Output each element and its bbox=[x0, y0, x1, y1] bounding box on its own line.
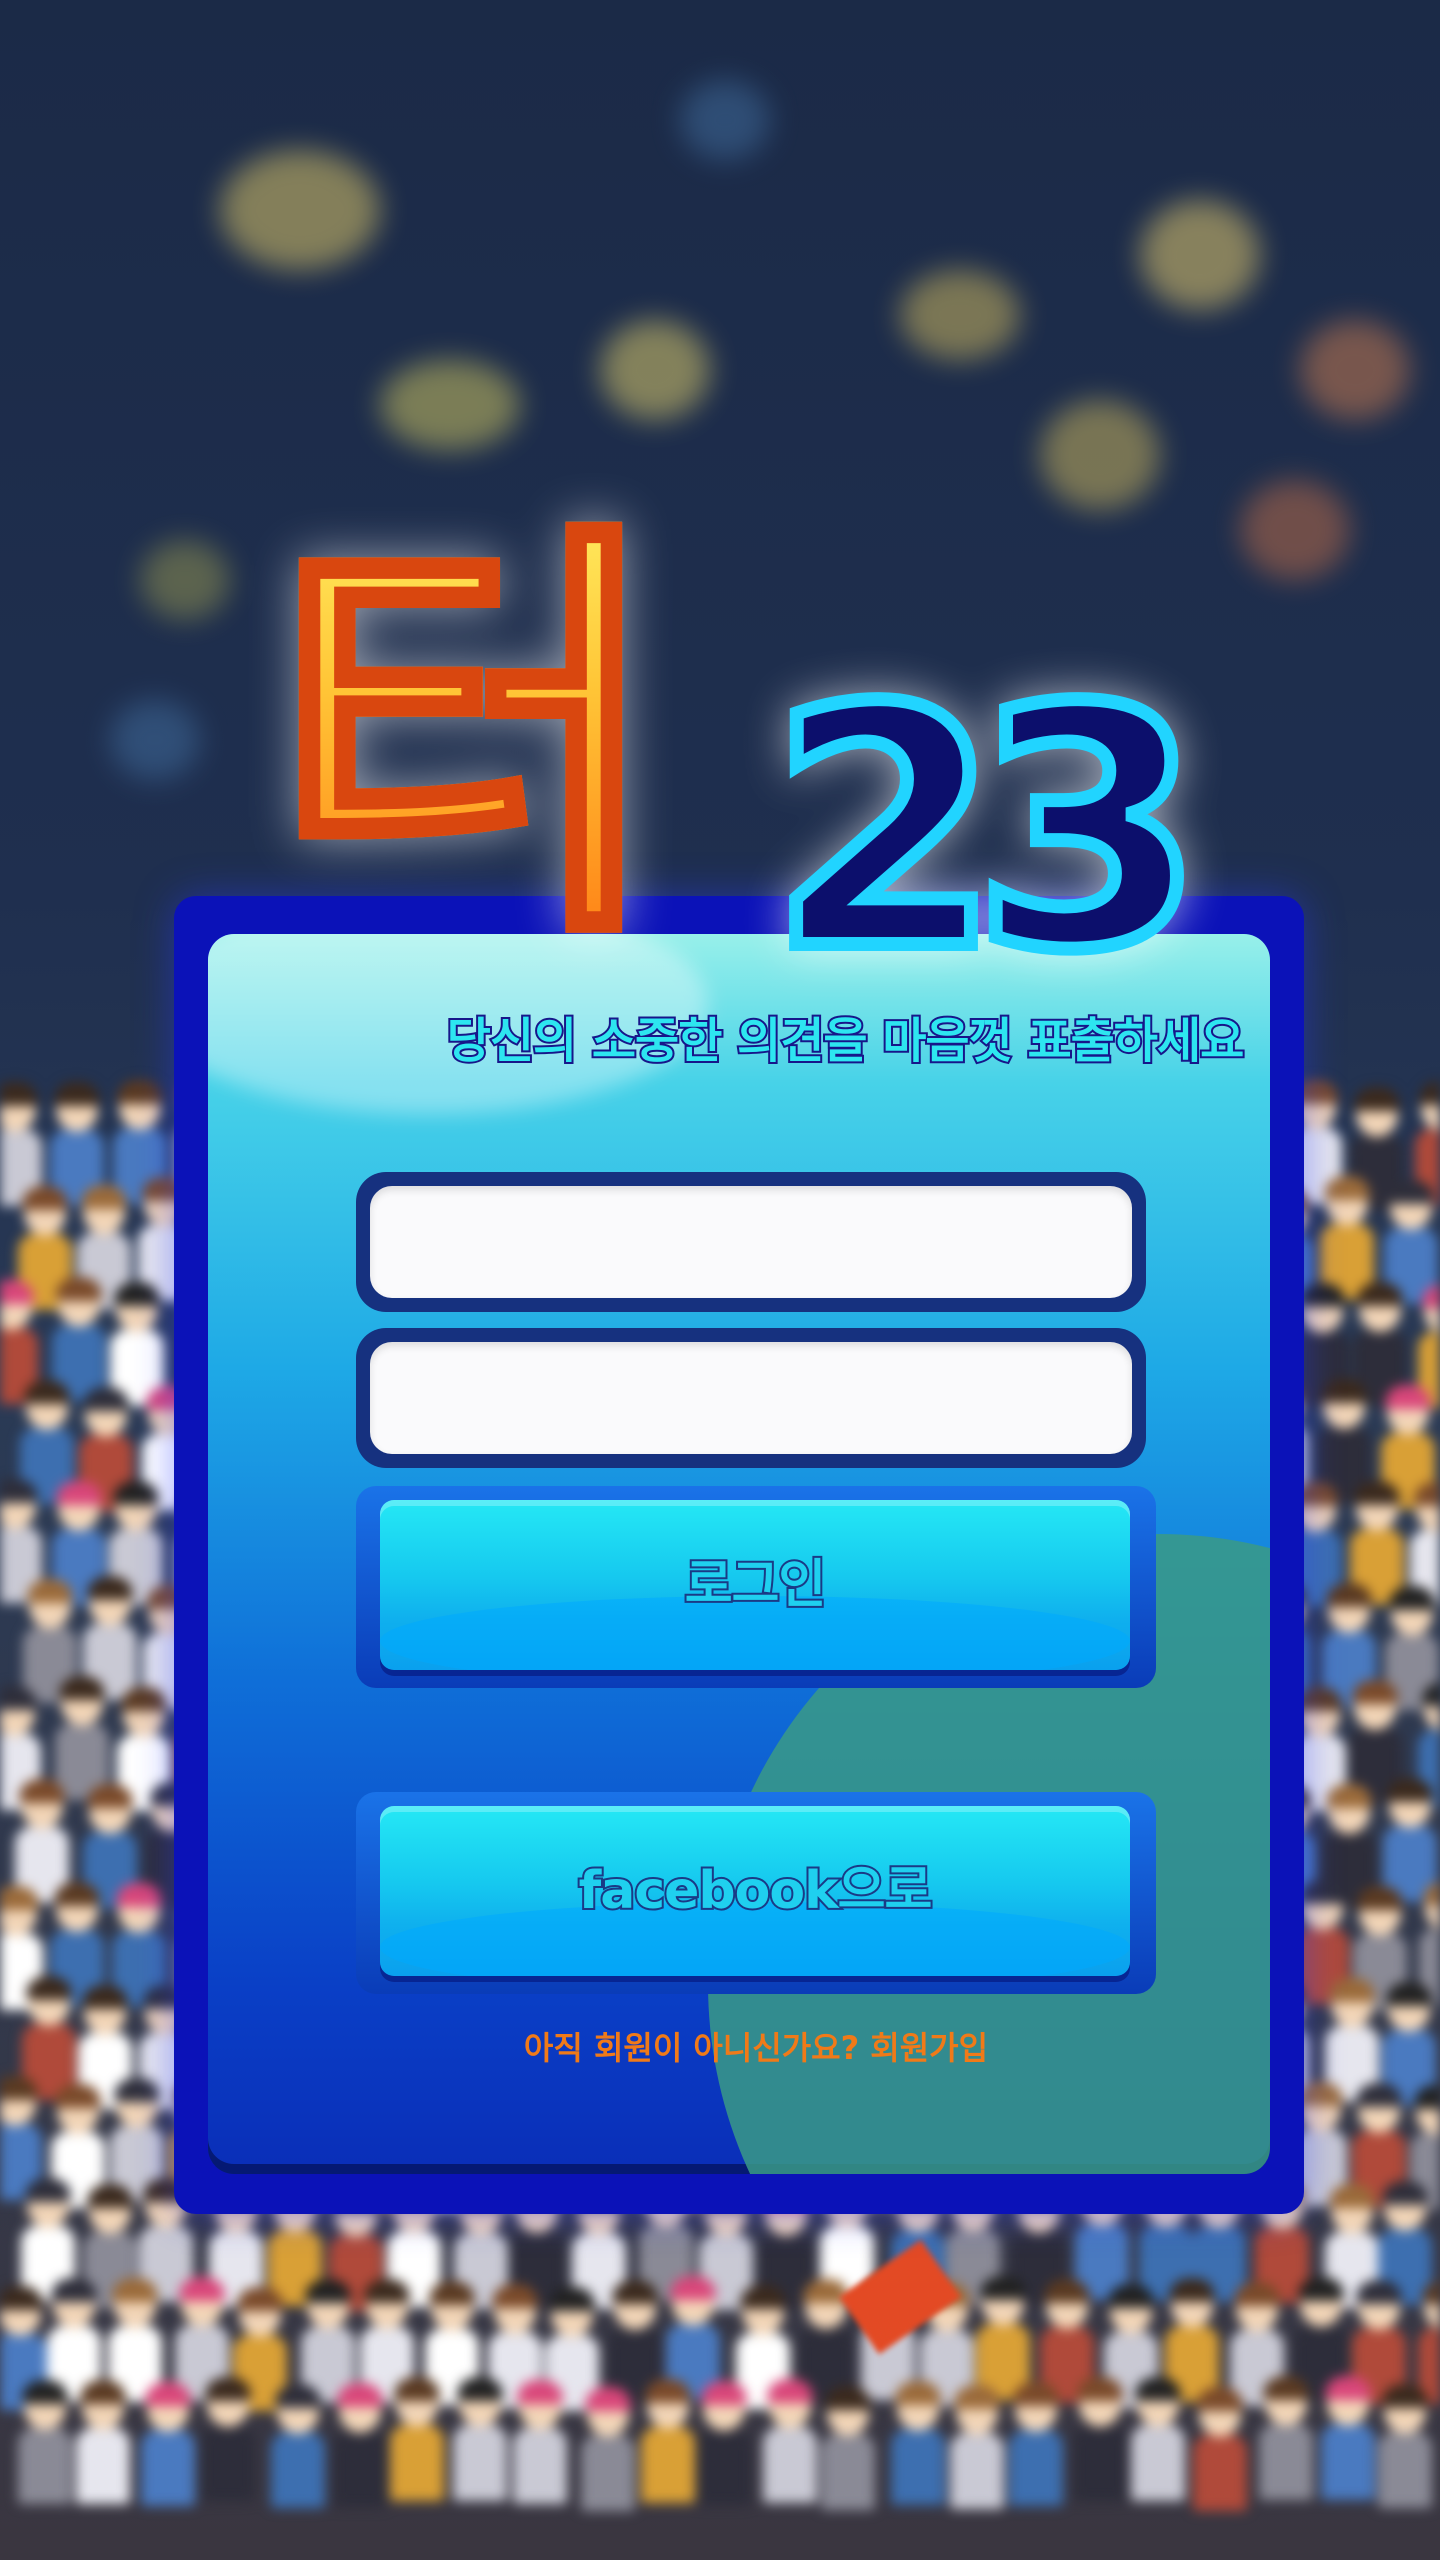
crowd-person bbox=[1127, 2377, 1189, 2501]
crowd-person bbox=[14, 2380, 76, 2504]
login-screen: 터 23 당신의 소중한 의견을 마음껏 표출하세요 로그인 facebook으… bbox=[0, 0, 1440, 2560]
bokeh-light bbox=[380, 360, 520, 450]
crowd-person bbox=[1005, 2382, 1067, 2506]
crowd-person bbox=[1069, 2377, 1131, 2501]
login-button-label: 로그인 bbox=[683, 1553, 829, 1617]
bokeh-light bbox=[1140, 200, 1260, 310]
crowd-person bbox=[693, 2381, 755, 2505]
login-button[interactable]: 로그인 bbox=[356, 1486, 1156, 1688]
crowd-person bbox=[51, 1676, 113, 1800]
bokeh-light bbox=[110, 700, 200, 780]
crowd-person bbox=[577, 2387, 639, 2511]
tagline: 당신의 소중한 의견을 마음껏 표출하세요 bbox=[445, 1011, 1247, 1071]
bokeh-light bbox=[1240, 480, 1350, 580]
crowd-person bbox=[946, 2385, 1008, 2509]
bokeh-light bbox=[1300, 320, 1410, 420]
logo-number: 23 bbox=[763, 633, 1210, 1027]
crowd-person bbox=[1374, 2384, 1436, 2508]
crowd-person bbox=[137, 2382, 199, 2506]
crowd-person bbox=[449, 2377, 511, 2501]
bokeh-light bbox=[1040, 400, 1160, 510]
facebook-button-face: facebook으로 bbox=[380, 1806, 1130, 1976]
bokeh-light bbox=[680, 80, 770, 160]
crowd-person bbox=[197, 2377, 259, 2501]
bokeh-light bbox=[220, 150, 380, 270]
bokeh-light bbox=[900, 270, 1020, 360]
crowd-person bbox=[267, 2384, 329, 2508]
crowd-person bbox=[509, 2380, 571, 2504]
bokeh-light bbox=[140, 540, 230, 620]
username-input[interactable] bbox=[370, 1186, 1132, 1298]
password-input[interactable] bbox=[370, 1342, 1132, 1454]
logo-title: 터 bbox=[266, 460, 810, 1020]
crowd-person bbox=[1255, 2376, 1317, 2500]
bokeh-light bbox=[600, 320, 710, 420]
crowd-person bbox=[637, 2379, 699, 2503]
crowd-person bbox=[1316, 1176, 1378, 1300]
crowd-person bbox=[759, 2379, 821, 2503]
crowd-person bbox=[329, 2383, 391, 2507]
crowd-person bbox=[1189, 2387, 1251, 2511]
crowd-person bbox=[887, 2381, 949, 2505]
crowd-person bbox=[972, 2276, 1034, 2400]
facebook-button-label: facebook으로 bbox=[577, 1859, 935, 1923]
crowd-person bbox=[72, 2380, 134, 2504]
signup-link[interactable]: 아직 회원이 아니신가요? 회원가입 bbox=[356, 2018, 1156, 2078]
password-field-frame bbox=[356, 1328, 1146, 1468]
username-field-frame bbox=[356, 1172, 1146, 1312]
crowd-person bbox=[1317, 2376, 1379, 2500]
facebook-login-button[interactable]: facebook으로 bbox=[356, 1792, 1156, 1994]
login-button-face: 로그인 bbox=[380, 1500, 1130, 1670]
crowd-person bbox=[817, 2386, 879, 2510]
crowd-person bbox=[386, 2377, 448, 2501]
